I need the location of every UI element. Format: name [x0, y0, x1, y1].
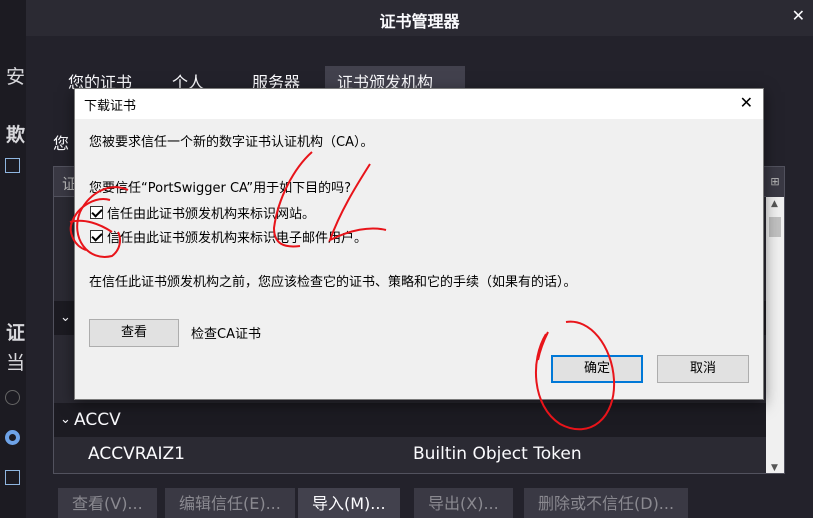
group-name: ACCV: [74, 410, 121, 430]
view-cert-label: 检查CA证书: [191, 327, 261, 342]
dialog-intro: 您被要求信任一个新的数字证书认证机构（CA）。: [89, 135, 374, 150]
scroll-down-icon[interactable]: ▼: [771, 463, 778, 473]
column-picker-icon[interactable]: ⊞: [766, 167, 784, 197]
dialog-question: 您要信任“PortSwigger CA”用于如下目的吗?: [89, 181, 351, 196]
background-text: 安: [6, 66, 26, 88]
chevron-down-icon[interactable]: ⌄: [60, 301, 71, 335]
description-text: 您: [53, 134, 70, 153]
background-text: 欺: [6, 124, 26, 146]
background-text: 证: [6, 322, 26, 344]
window-title: 证书管理器: [379, 12, 460, 31]
tree-group-row[interactable]: ⌄ ACCV: [54, 403, 768, 437]
chevron-down-icon[interactable]: ⌄: [60, 403, 71, 437]
delete-or-distrust-button[interactable]: 删除或不信任(D)...: [524, 488, 689, 518]
background-text: 当: [6, 352, 26, 374]
checkbox-label[interactable]: 信任由此证书颁发机构来标识网站。: [107, 203, 315, 222]
view-cert-button[interactable]: 查看: [89, 319, 179, 347]
checkbox-checked-icon[interactable]: [90, 205, 103, 219]
dialog-content: 您被要求信任一个新的数字证书认证机构（CA）。 您要信任“PortSwigger…: [75, 119, 763, 399]
title-bar: 证书管理器 ✕: [26, 0, 813, 36]
view-button[interactable]: 查看(V)...: [58, 488, 157, 518]
close-icon[interactable]: ✕: [740, 93, 753, 112]
dialog-title-bar: 下载证书 ✕: [75, 89, 763, 119]
vertical-scrollbar[interactable]: ▲ ▼: [766, 197, 784, 473]
ok-button[interactable]: 确定: [551, 355, 643, 383]
background-checkbox[interactable]: [5, 158, 20, 173]
checkbox-checked-icon[interactable]: [90, 229, 103, 243]
edit-trust-button[interactable]: 编辑信任(E)...: [165, 488, 295, 518]
checkbox-label[interactable]: 信任由此证书颁发机构来标识电子邮件用户。: [107, 227, 367, 246]
cancel-button[interactable]: 取消: [657, 355, 749, 383]
dialog-advice: 在信任此证书颁发机构之前，您应该检查它的证书、策略和它的手续（如果有的话）。: [89, 275, 577, 290]
scrollbar-thumb[interactable]: [769, 217, 781, 237]
security-device: Builtin Object Token: [413, 444, 582, 464]
background-radio[interactable]: [5, 390, 20, 405]
table-row[interactable]: ACCVRAIZ1 Builtin Object Token: [54, 437, 768, 471]
background-checkbox[interactable]: [5, 470, 20, 485]
export-button[interactable]: 导出(X)...: [414, 488, 513, 518]
download-certificate-dialog: 下载证书 ✕ 您被要求信任一个新的数字证书认证机构（CA）。 您要信任“Port…: [74, 88, 764, 400]
dialog-title: 下载证书: [84, 99, 137, 114]
background-page: 安 欺 证 当: [0, 0, 26, 518]
import-button[interactable]: 导入(M)...: [298, 488, 400, 518]
close-icon[interactable]: ✕: [792, 6, 805, 25]
scroll-up-icon[interactable]: ▲: [771, 199, 778, 209]
background-radio-selected[interactable]: [5, 430, 20, 445]
cert-name: ACCVRAIZ1: [88, 444, 185, 464]
trust-email-checkbox[interactable]: 信任由此证书颁发机构来标识电子邮件用户。: [90, 227, 367, 246]
trust-websites-checkbox[interactable]: 信任由此证书颁发机构来标识网站。: [90, 203, 315, 222]
